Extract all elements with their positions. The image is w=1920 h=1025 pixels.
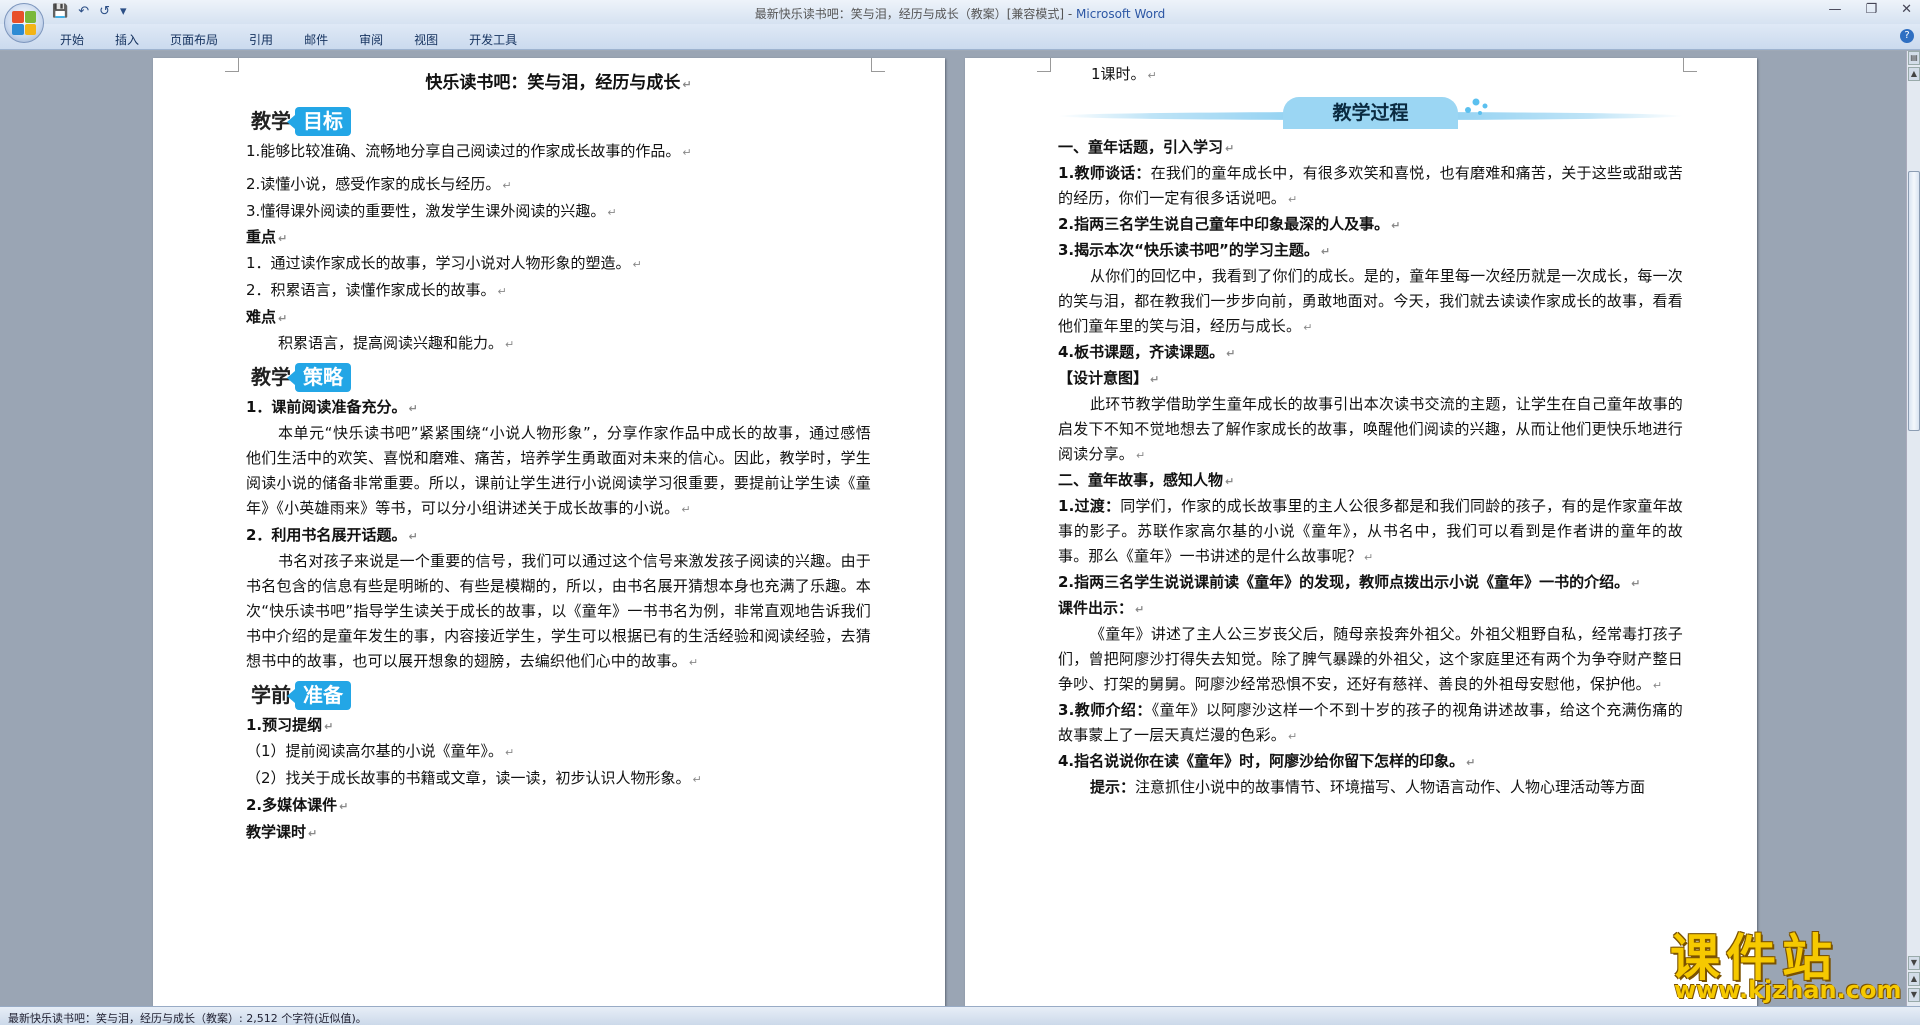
s1-item2: 2.指两三名学生说自己童年中印象最深的人及事。 ↵ — [1058, 215, 1401, 233]
goal-item: 2.读懂小说，感受作家的成长与经历。 ↵ — [246, 175, 512, 193]
window-title: 最新快乐读书吧：笑与泪，经历与成长（教案）[兼容模式] - Microsoft … — [0, 5, 1920, 22]
document-title: 最新快乐读书吧：笑与泪，经历与成长（教案）[兼容模式] - — [754, 7, 1077, 21]
tab-insert[interactable]: 插入 — [115, 31, 139, 48]
crop-mark — [1683, 58, 1697, 72]
heading-strategy: 教学 策略 — [251, 361, 871, 393]
courseware-text: 《童年》讲述了主人公三岁丧父后，随母亲投奔外祖父。外祖父粗野自私，经常毒打孩子们… — [1058, 625, 1683, 693]
customize-chevron-icon[interactable]: ▾ — [120, 4, 127, 19]
heading-goals: 教学 目标 — [251, 105, 871, 137]
watermark-url: www.kjzhan.com — [1674, 976, 1902, 1004]
s1-item4: 4.板书课题，齐读课题。 ↵ — [1058, 343, 1236, 361]
prep3-title: 教学课时 ↵ — [246, 823, 318, 841]
s2-item4: 4.指名说说你在读《童年》时，阿廖沙给你留下怎样的印象。 ↵ — [1058, 752, 1476, 770]
crop-mark — [225, 58, 239, 72]
hint-line: 提示：注意抓住小说中的故事情节、环境描写、人物语言动作、人物心理活动等方面 — [1090, 778, 1646, 796]
s1-item1: 1.教师谈话：在我们的童年成长中，有很多欢笑和喜悦，也有磨难和痛苦，关于这些或甜… — [1058, 164, 1683, 207]
app-name: Microsoft Word — [1076, 7, 1166, 21]
ribbon-tab-bar: 开始 插入 页面布局 引用 邮件 审阅 视图 开发工具 ? — [0, 24, 1920, 50]
document-workspace[interactable]: 快乐读书吧：笑与泪，经历与成长 ↵ 教学 目标 1.能够比较准确、流畅地分享自己阅… — [0, 51, 1906, 1006]
goal-item: 1.能够比较准确、流畅地分享自己阅读过的作家成长故事的作品。 ↵ — [246, 142, 692, 160]
tab-review[interactable]: 审阅 — [359, 31, 383, 48]
s2-item1: 1.过渡：同学们，作家的成长故事里的主人公很多都是和我们同龄的孩子，有的是作家童… — [1058, 497, 1683, 565]
tab-developer[interactable]: 开发工具 — [469, 31, 517, 48]
doc-title: 快乐读书吧：笑与泪，经历与成长 ↵ — [425, 73, 692, 93]
heading-prep: 学前 准备 — [251, 679, 871, 711]
page-right-content[interactable]: 1课时。 ↵ 教学过程 一、童年话题，引入学习 ↵ 1.教师谈话：在我们的童年成长中… — [1058, 58, 1683, 800]
office-button[interactable] — [4, 3, 44, 43]
design-label: 【设计意图】 ↵ — [1058, 369, 1160, 387]
s2-item3: 3.教师介绍：《童年》以阿廖沙这样一个不到十岁的孩子的视角讲述故事，给这个充满伤… — [1058, 701, 1683, 744]
vertical-scrollbar[interactable]: ▤ ▲ ▼ ▲ ▼ — [1906, 51, 1920, 1006]
goal-item: 3.懂得课外阅读的重要性，激发学生课外阅读的兴趣。 ↵ — [246, 202, 617, 220]
heading-prep-blue: 准备 — [287, 680, 351, 710]
help-icon[interactable]: ? — [1900, 29, 1914, 43]
prep1-item: （2）找关于成长故事的书籍或文章，读一读，初步认识人物形象。 ↵ — [246, 769, 702, 787]
quick-access-toolbar: 💾 ↶ ↺ ▾ — [52, 4, 127, 19]
title-bar: 最新快乐读书吧：笑与泪，经历与成长（教案）[兼容模式] - Microsoft … — [0, 0, 1920, 24]
process-banner: 教学过程 — [1058, 94, 1683, 132]
crop-mark — [1037, 58, 1051, 72]
strategy1-title: 1．课前阅读准备充分。 ↵ — [246, 398, 418, 416]
prep1-title: 1.预习提纲 ↵ — [246, 716, 334, 734]
minimize-icon[interactable]: — — [1828, 2, 1841, 17]
s1-paragraph: 从你们的回忆中，我看到了你们的成长。是的，童年里每一次经历就是一次成长，每一次的… — [1058, 267, 1683, 335]
page-right[interactable]: 1课时。 ↵ 教学过程 一、童年话题，引入学习 ↵ 1.教师谈话：在我们的童年成长中… — [965, 58, 1757, 1006]
tab-references[interactable]: 引用 — [249, 31, 273, 48]
courseware-label: 课件出示： ↵ — [1058, 599, 1145, 617]
banner-title: 教学过程 — [1283, 97, 1458, 129]
design-text: 此环节教学借助学生童年成长的故事引出本次读书交流的主题，让学生在自己童年故事的启… — [1058, 395, 1683, 463]
ruler-toggle-icon[interactable]: ▤ — [1908, 51, 1920, 65]
office-logo-icon — [12, 11, 36, 35]
prep2-title: 2.多媒体课件 ↵ — [246, 796, 349, 814]
save-icon[interactable]: 💾 — [52, 4, 68, 19]
s1-item3: 3.揭示本次“快乐读书吧”的学习主题。 ↵ — [1058, 241, 1331, 259]
strategy2-title: 2．利用书名展开话题。 ↵ — [246, 526, 418, 544]
carry-over-text: 1课时。 ↵ — [1091, 65, 1157, 83]
splash-icon — [1465, 98, 1488, 115]
crop-mark — [871, 58, 885, 72]
heading-goals-blue: 目标 — [287, 106, 351, 136]
tab-view[interactable]: 视图 — [414, 31, 438, 48]
scroll-thumb[interactable] — [1908, 171, 1920, 431]
key-point: 1．通过读作家成长的故事，学习小说对人物形象的塑造。 ↵ — [246, 254, 642, 272]
watermark-logo: 课件站 www.kjzhan.com — [1662, 918, 1912, 1004]
status-word-count[interactable]: 最新快乐读书吧：笑与泪，经历与成长（教案）: 2,512 个字符(近似值)。 — [8, 1012, 367, 1025]
ribbon-tabs: 开始 插入 页面布局 引用 邮件 审阅 视图 开发工具 — [60, 31, 548, 48]
tab-page-layout[interactable]: 页面布局 — [170, 31, 218, 48]
page-left-content[interactable]: 快乐读书吧：笑与泪，经历与成长 ↵ 教学 目标 1.能够比较准确、流畅地分享自己阅… — [246, 58, 871, 846]
section2-title: 二、童年故事，感知人物 ↵ — [1058, 471, 1235, 489]
heading-strategy-blue: 策略 — [287, 362, 351, 392]
prep1-item: （1）提前阅读高尔基的小说《童年》。 ↵ — [246, 742, 515, 760]
restore-icon[interactable]: ❐ — [1865, 2, 1877, 17]
strategy1-text: 本单元“快乐读书吧”紧紧围绕“小说人物形象”，分享作家作品中成长的故事，通过感悟… — [246, 424, 871, 517]
redo-icon[interactable]: ↺ — [99, 4, 110, 19]
page-left[interactable]: 快乐读书吧：笑与泪，经历与成长 ↵ 教学 目标 1.能够比较准确、流畅地分享自己阅… — [153, 58, 945, 1006]
strategy2-text: 书名对孩子来说是一个重要的信号，我们可以通过这个信号来激发孩子阅读的兴趣。由于书… — [246, 552, 871, 670]
close-icon[interactable]: ✕ — [1901, 2, 1912, 17]
heading-strategy-black: 教学 — [251, 364, 291, 389]
section1-title: 一、童年话题，引入学习 ↵ — [1058, 138, 1235, 156]
heading-goals-black: 教学 — [251, 108, 291, 133]
key-point: 2．积累语言，读懂作家成长的故事。 ↵ — [246, 281, 507, 299]
difficulty-text: 积累语言，提高阅读兴趣和能力。 ↵ — [278, 334, 515, 352]
s2-item2: 2.指两三名学生说说课前读《童年》的发现，教师点拨出示小说《童年》一书的介绍。 ↵ — [1058, 573, 1641, 591]
difficulty-label: 难点 ↵ — [246, 308, 288, 326]
window-controls: — ❐ ✕ — [1828, 2, 1912, 17]
key-label: 重点 ↵ — [246, 228, 288, 246]
scroll-up-icon[interactable]: ▲ — [1908, 67, 1920, 81]
undo-icon[interactable]: ↶ — [78, 4, 89, 19]
tab-home[interactable]: 开始 — [60, 31, 84, 48]
tab-mailings[interactable]: 邮件 — [304, 31, 328, 48]
heading-prep-black: 学前 — [251, 682, 291, 707]
status-bar: 最新快乐读书吧：笑与泪，经历与成长（教案）: 2,512 个字符(近似值)。 — [0, 1006, 1920, 1025]
